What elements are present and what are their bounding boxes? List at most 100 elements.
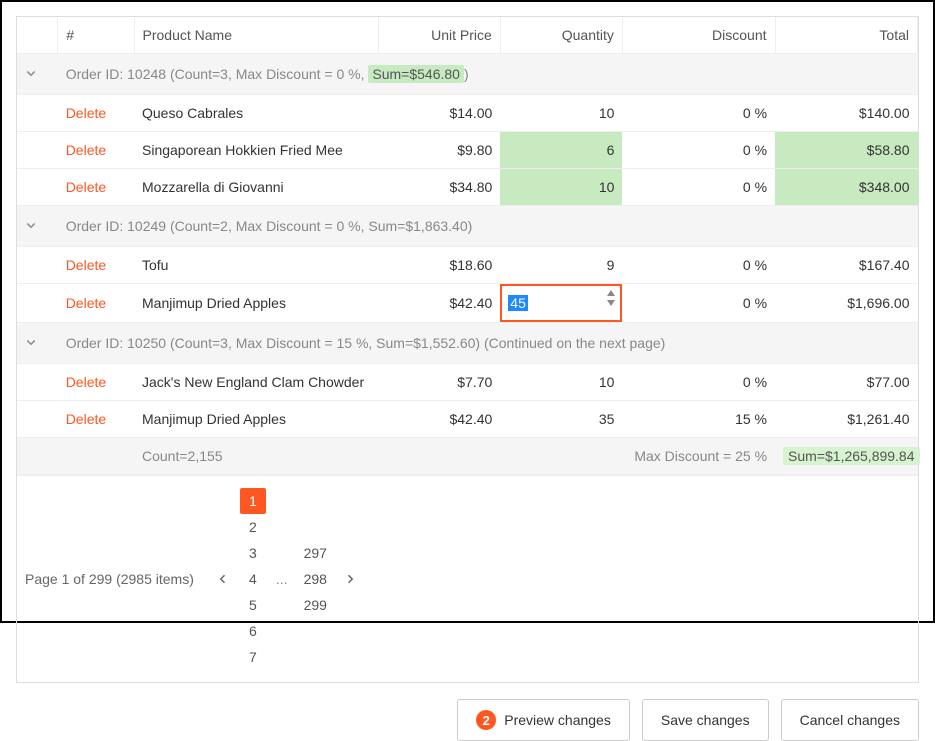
pager-prev[interactable] — [210, 566, 236, 592]
disc-cell[interactable]: 0 % — [622, 169, 775, 206]
total-cell[interactable]: $348.00 — [775, 169, 917, 206]
delete-link[interactable]: Delete — [66, 295, 106, 311]
total-cell[interactable]: $167.40 — [775, 247, 917, 284]
name-cell[interactable]: Mozzarella di Giovanni — [134, 169, 378, 206]
delete-link[interactable]: Delete — [66, 257, 106, 273]
col-qty-header[interactable]: Quantity — [500, 17, 622, 54]
preview-changes-button[interactable]: 2 Preview changes — [457, 699, 630, 741]
pager-page-1[interactable]: 1 — [240, 488, 266, 514]
pager-page-297[interactable]: 297 — [298, 540, 333, 566]
qty-editor-value[interactable]: 45 — [508, 295, 528, 311]
name-cell[interactable]: Jack's New England Clam Chowder — [134, 364, 378, 401]
expand-cell[interactable] — [17, 54, 58, 95]
disc-cell[interactable]: 0 % — [622, 95, 775, 132]
table-body: Order ID: 10248 (Count=3, Max Discount =… — [17, 54, 918, 475]
table-header: # Product Name Unit Price Quantity Disco… — [17, 17, 918, 54]
qty-cell[interactable]: 35 — [500, 401, 622, 438]
delete-link[interactable]: Delete — [66, 142, 106, 158]
name-cell[interactable]: Tofu — [134, 247, 378, 284]
pager-page-2[interactable]: 2 — [240, 514, 266, 540]
price-cell[interactable]: $7.70 — [378, 364, 500, 401]
pager: Page 1 of 299 (2985 items) 1234567 ... 2… — [17, 475, 918, 682]
qty-editor-cell[interactable]: 45 — [500, 284, 622, 323]
col-name-header[interactable]: Product Name — [134, 17, 378, 54]
spin-down-icon[interactable] — [606, 299, 616, 307]
chevron-down-icon — [25, 336, 37, 348]
expand-spacer — [17, 364, 58, 401]
delete-link[interactable]: Delete — [66, 105, 106, 121]
disc-cell[interactable]: 15 % — [622, 401, 775, 438]
price-cell[interactable]: $42.40 — [378, 401, 500, 438]
qty-cell[interactable]: 10 — [500, 95, 622, 132]
delete-link[interactable]: Delete — [66, 374, 106, 390]
summary-maxdisc: Max Discount = 25 % — [622, 438, 775, 475]
col-expand-header — [17, 17, 58, 54]
data-table: # Product Name Unit Price Quantity Disco… — [17, 17, 918, 475]
delete-link[interactable]: Delete — [66, 179, 106, 195]
action-bar: 2 Preview changes Save changes Cancel ch… — [16, 699, 919, 741]
group-header-row[interactable]: Order ID: 10249 (Count=2, Max Discount =… — [17, 206, 918, 247]
table-row: Delete Tofu$18.6090 %$167.40 — [17, 247, 918, 284]
cancel-label: Cancel changes — [800, 712, 900, 728]
delete-cell: Delete — [58, 169, 134, 206]
col-disc-header[interactable]: Discount — [622, 17, 775, 54]
expand-cell[interactable] — [17, 323, 58, 364]
total-cell[interactable]: $140.00 — [775, 95, 917, 132]
name-cell[interactable]: Manjimup Dried Apples — [134, 401, 378, 438]
expand-spacer — [17, 132, 58, 169]
data-grid: # Product Name Unit Price Quantity Disco… — [16, 16, 919, 683]
name-cell[interactable]: Singaporean Hokkien Fried Mee — [134, 132, 378, 169]
expand-cell[interactable] — [17, 206, 58, 247]
group-header-row[interactable]: Order ID: 10250 (Count=3, Max Discount =… — [17, 323, 918, 364]
table-row: Delete Jack's New England Clam Chowder$7.… — [17, 364, 918, 401]
preview-badge: 2 — [476, 710, 496, 730]
qty-cell[interactable]: 10 — [500, 364, 622, 401]
disc-cell[interactable]: 0 % — [622, 132, 775, 169]
pager-page-3[interactable]: 3 — [240, 540, 266, 566]
save-label: Save changes — [661, 712, 750, 728]
price-cell[interactable]: $42.40 — [378, 284, 500, 323]
delete-cell: Delete — [58, 401, 134, 438]
delete-link[interactable]: Delete — [66, 411, 106, 427]
name-cell[interactable]: Queso Cabrales — [134, 95, 378, 132]
chevron-down-icon — [25, 67, 37, 79]
table-row: Delete Manjimup Dried Apples$42.403515 %$… — [17, 401, 918, 438]
total-cell[interactable]: $1,696.00 — [775, 284, 917, 323]
qty-cell[interactable]: 10 — [500, 169, 622, 206]
qty-editor[interactable]: 45 — [500, 284, 622, 322]
name-cell[interactable]: Manjimup Dried Apples — [134, 284, 378, 323]
pager-info: Page 1 of 299 (2985 items) — [25, 571, 194, 587]
price-cell[interactable]: $18.60 — [378, 247, 500, 284]
price-cell[interactable]: $14.00 — [378, 95, 500, 132]
expand-spacer — [17, 401, 58, 438]
pager-page-5[interactable]: 5 — [240, 592, 266, 618]
pager-page-7[interactable]: 7 — [240, 644, 266, 670]
table-row: Delete Queso Cabrales$14.00100 %$140.00 — [17, 95, 918, 132]
pager-next[interactable] — [337, 566, 363, 592]
total-cell[interactable]: $1,261.40 — [775, 401, 917, 438]
price-cell[interactable]: $34.80 — [378, 169, 500, 206]
group-sum-highlight: Sum=$546.80 — [368, 65, 464, 83]
qty-cell[interactable]: 9 — [500, 247, 622, 284]
col-total-header[interactable]: Total — [775, 17, 917, 54]
pager-page-299[interactable]: 299 — [298, 592, 333, 618]
price-cell[interactable]: $9.80 — [378, 132, 500, 169]
total-cell[interactable]: $77.00 — [775, 364, 917, 401]
col-price-header[interactable]: Unit Price — [378, 17, 500, 54]
col-action-header[interactable]: # — [58, 17, 134, 54]
group-header-row[interactable]: Order ID: 10248 (Count=3, Max Discount =… — [17, 54, 918, 95]
qty-cell[interactable]: 6 — [500, 132, 622, 169]
save-changes-button[interactable]: Save changes — [642, 699, 769, 741]
disc-cell[interactable]: 0 % — [622, 284, 775, 323]
spin-up-icon[interactable] — [606, 289, 616, 297]
disc-cell[interactable]: 0 % — [622, 364, 775, 401]
disc-cell[interactable]: 0 % — [622, 247, 775, 284]
app-frame: # Product Name Unit Price Quantity Disco… — [0, 0, 935, 623]
pager-page-6[interactable]: 6 — [240, 618, 266, 644]
table-row: Delete Manjimup Dried Apples$42.40 45 0 %$1… — [17, 284, 918, 323]
total-cell[interactable]: $58.80 — [775, 132, 917, 169]
chevron-down-icon — [25, 219, 37, 231]
pager-page-298[interactable]: 298 — [298, 566, 333, 592]
pager-page-4[interactable]: 4 — [240, 566, 266, 592]
cancel-changes-button[interactable]: Cancel changes — [781, 699, 919, 741]
